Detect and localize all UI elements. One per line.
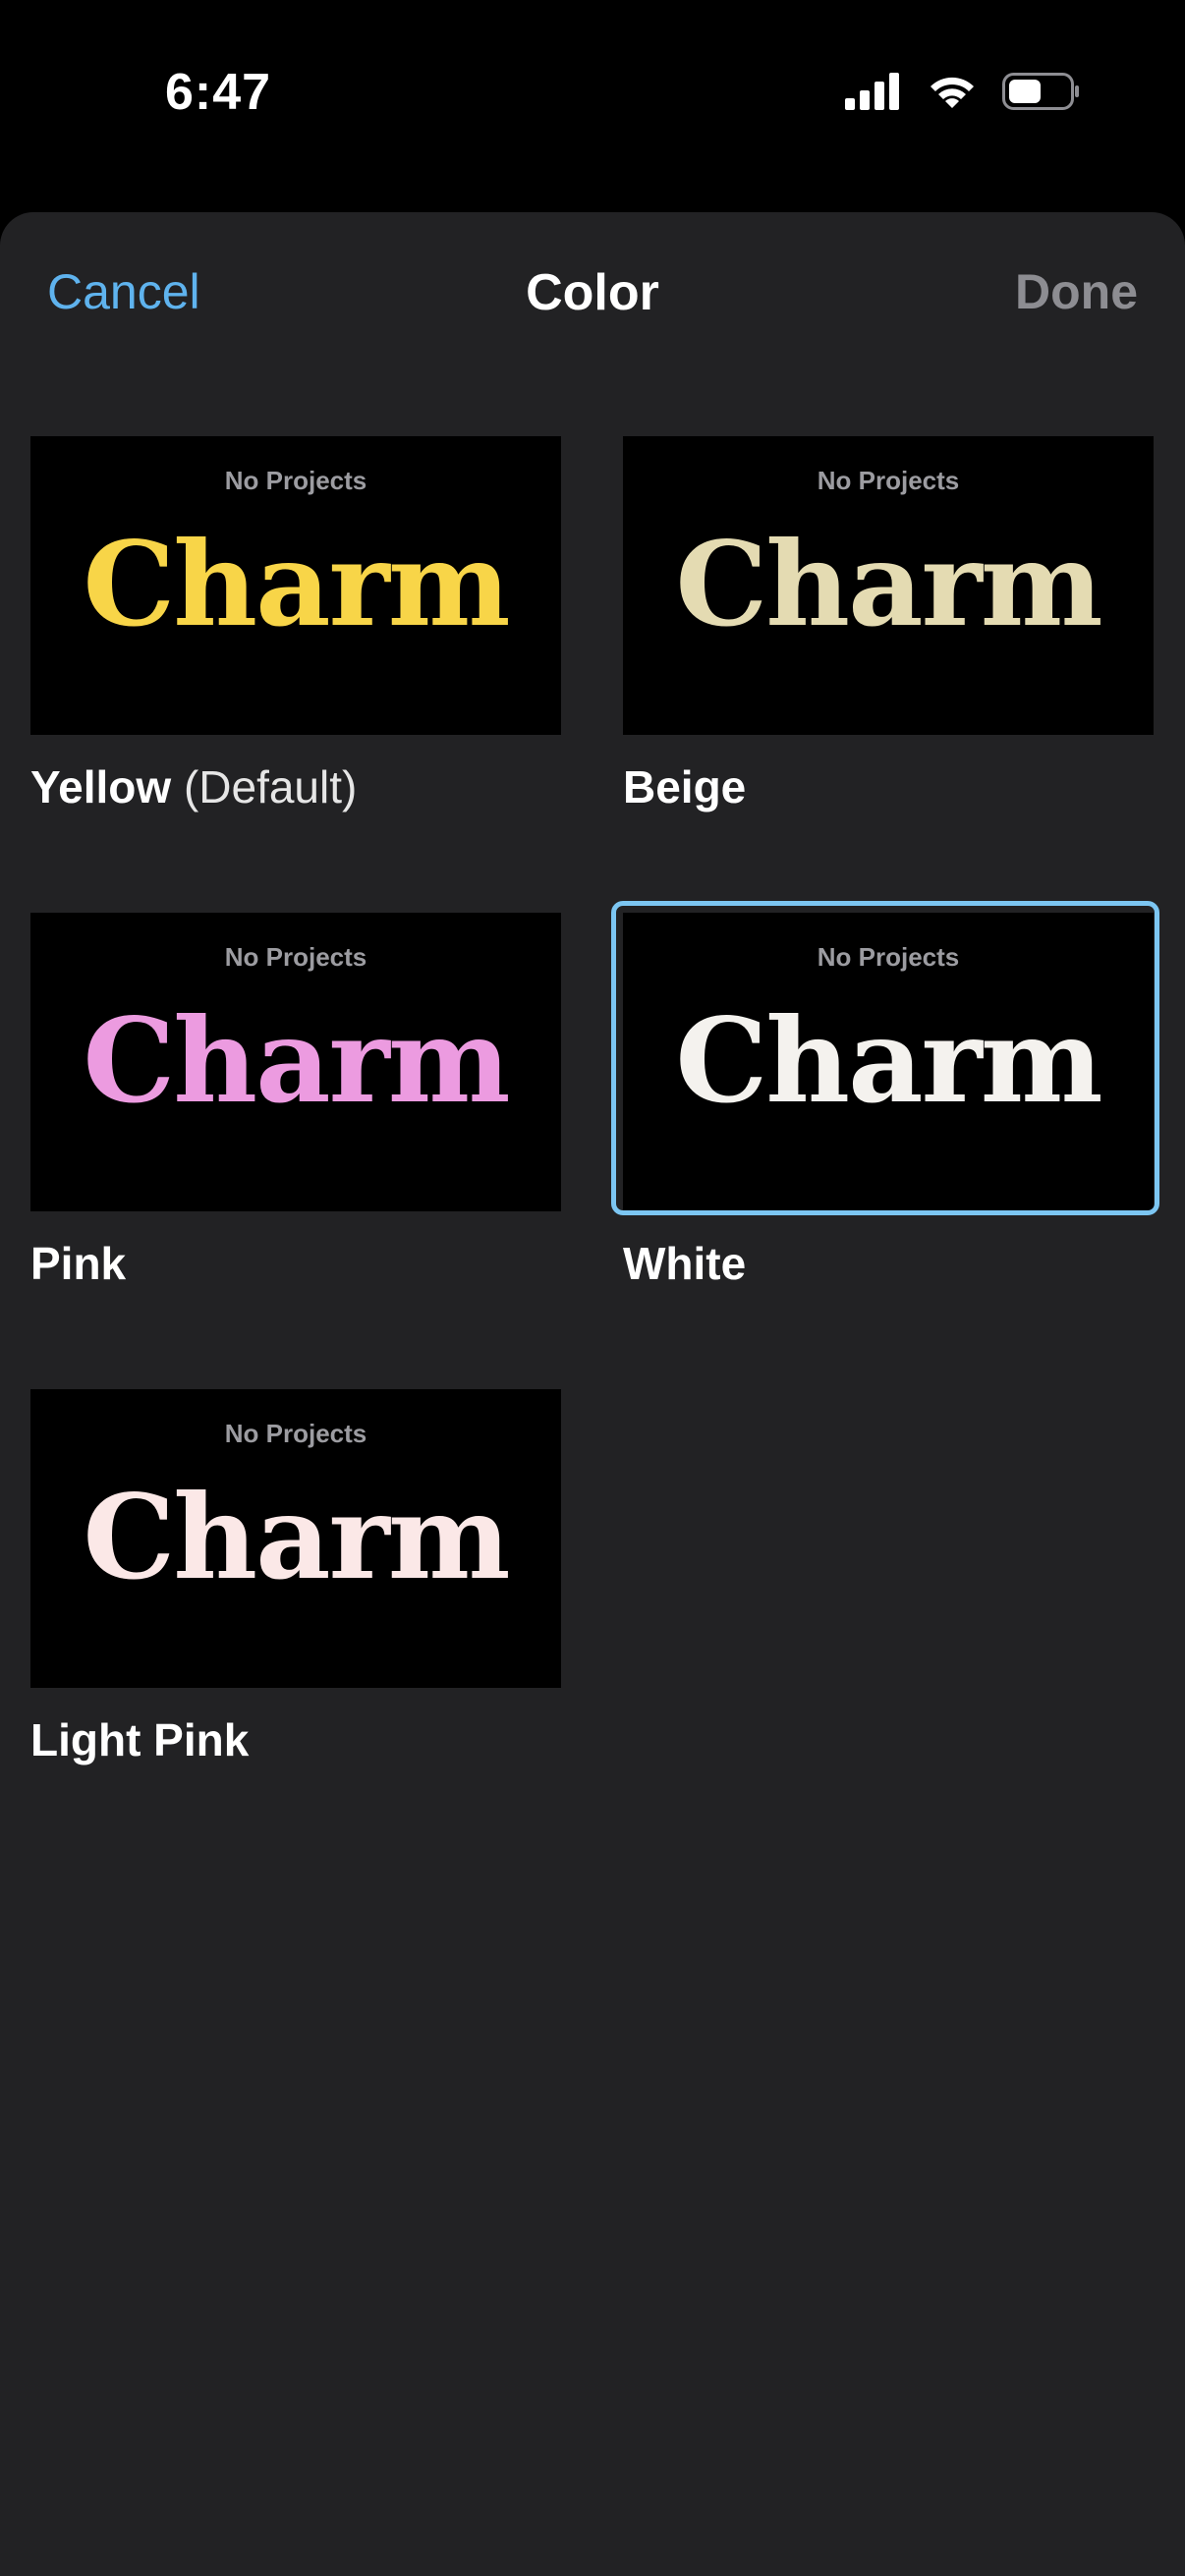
color-option-beige[interactable]: No Projects Charm Beige: [623, 436, 1156, 813]
color-option-label: White: [623, 1237, 1156, 1290]
color-name: White: [623, 1238, 747, 1289]
preview-wordmark: Charm: [675, 992, 1102, 1129]
color-option-label: Pink: [30, 1237, 563, 1290]
preview-subtitle: No Projects: [817, 466, 960, 495]
preview-subtitle: No Projects: [224, 1419, 367, 1448]
status-icons: [845, 73, 1081, 110]
cellular-signal-icon: [845, 73, 899, 110]
color-preview: No Projects Charm: [30, 436, 561, 735]
color-name: Pink: [30, 1238, 127, 1289]
battery-icon: [1002, 73, 1079, 110]
color-name: Yellow: [30, 761, 172, 812]
color-option-pink[interactable]: No Projects Charm Pink: [30, 913, 563, 1290]
preview-wordmark: Charm: [83, 992, 510, 1129]
status-time: 6:47: [165, 64, 272, 121]
status-bar: 6:47: [0, 0, 1185, 196]
color-preview: No Projects Charm: [30, 1389, 561, 1688]
color-preview: No Projects Charm: [623, 913, 1154, 1211]
color-preview: No Projects Charm: [623, 436, 1154, 735]
done-button[interactable]: Done: [1015, 263, 1138, 320]
color-option-label: Beige: [623, 760, 1156, 813]
color-name: Light Pink: [30, 1714, 250, 1765]
color-option-white[interactable]: No Projects Charm White: [611, 901, 1159, 1290]
cancel-button[interactable]: Cancel: [47, 263, 200, 320]
color-picker-sheet: Cancel Color Done No Projects Charm Yell…: [0, 212, 1185, 2576]
preview-subtitle: No Projects: [224, 466, 367, 495]
preview-subtitle: No Projects: [224, 942, 367, 972]
wifi-icon: [931, 77, 974, 108]
preview-wordmark: Charm: [675, 516, 1102, 652]
preview-wordmark: Charm: [83, 1469, 510, 1605]
color-name: Beige: [623, 761, 747, 812]
color-option-label: Yellow (Default): [30, 760, 563, 813]
color-preview: No Projects Charm: [30, 913, 561, 1211]
default-suffix: (Default): [171, 761, 358, 812]
color-option-light-pink[interactable]: No Projects Charm Light Pink: [30, 1389, 563, 1766]
preview-subtitle: No Projects: [817, 942, 960, 972]
color-option-label: Light Pink: [30, 1713, 563, 1766]
preview-wordmark: Charm: [83, 516, 510, 652]
color-option-yellow[interactable]: No Projects Charm Yellow (Default): [30, 436, 563, 813]
nav-bar: Cancel Color Done: [0, 212, 1185, 377]
